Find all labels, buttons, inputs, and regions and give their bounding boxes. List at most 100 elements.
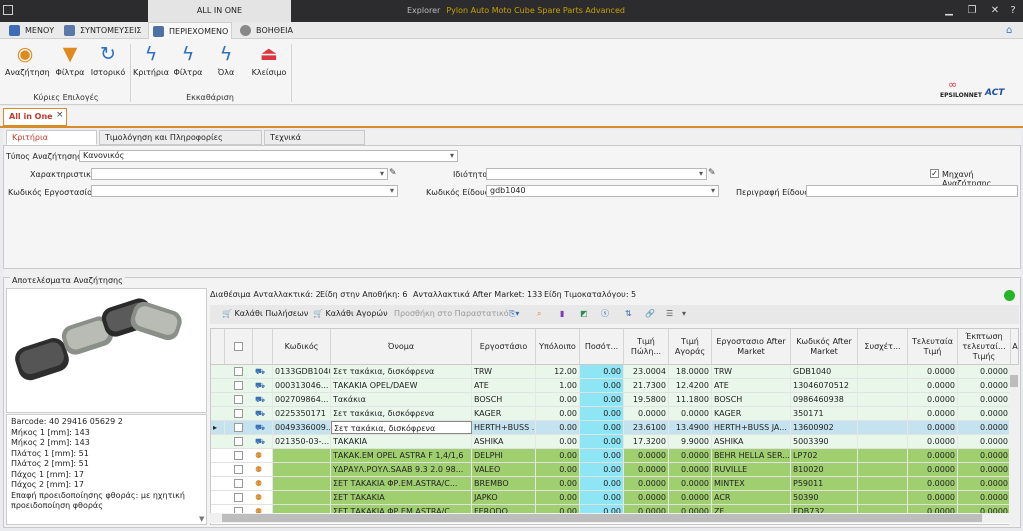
- cell-last-price: 0.0000: [908, 393, 958, 406]
- table-row[interactable]: ⛟ 0225350171 Σετ τακάκια, δισκόφρενα KAGER 0…: [211, 407, 1018, 421]
- scroll-down-icon[interactable]: ▼: [199, 515, 204, 523]
- search-icon[interactable]: ⌕: [537, 307, 541, 321]
- col-header-am-factory[interactable]: Εργοστασιο After Market: [712, 329, 791, 365]
- close-tab-icon[interactable]: ×: [56, 110, 64, 120]
- table-row[interactable]: ⛟ 0133GDB1040 Σετ τακάκια, δισκόφρενα TRW 12…: [211, 365, 1018, 379]
- cell-am-code: 5003390: [791, 435, 858, 448]
- tab-help[interactable]: ΒΟΗΘΕΙΑ: [236, 22, 294, 39]
- col-header-balance[interactable]: Υπόλοιπο: [536, 329, 580, 365]
- restore-icon[interactable]: ❐: [965, 4, 979, 18]
- cell-last-discount: 0.0000: [958, 379, 1011, 392]
- property-select[interactable]: [486, 168, 707, 180]
- row-checkbox[interactable]: [234, 423, 243, 432]
- chart-icon[interactable]: ◩: [580, 307, 588, 321]
- export-icon[interactable]: ⎘▾: [509, 307, 519, 321]
- tab-content[interactable]: ΠΕΡΙΕΧΟΜΕΝΟ: [148, 22, 232, 39]
- cell-factory: VALEO: [472, 463, 536, 476]
- row-checkbox[interactable]: [234, 367, 243, 376]
- layout-icon[interactable]: ☰: [666, 307, 673, 321]
- table-row[interactable]: ⚉ ΤΑΚΑΚ.ΕΜ OPEL ASTRA F 1,4/1,6 DELPHI 0.00…: [211, 449, 1018, 463]
- tab-technical-specs[interactable]: Τεχνικά Χαρακτηριστικά: [264, 130, 365, 156]
- cell-balance: 0.00: [536, 449, 580, 462]
- search-button[interactable]: ◉ Αναζήτηση: [5, 43, 50, 77]
- table-row[interactable]: ▸ ⛟ 0049336009... Σετ τακάκια, δισκόφρενα HE…: [211, 421, 1018, 435]
- tab-menu[interactable]: ΜΕΝΟΥ: [5, 22, 57, 39]
- row-checkbox[interactable]: [234, 493, 243, 502]
- row-checkbox[interactable]: [234, 381, 243, 390]
- money-icon[interactable]: ⓢ: [601, 307, 609, 321]
- row-checkbox[interactable]: [234, 395, 243, 404]
- overflow-icon[interactable]: ▾: [682, 307, 686, 321]
- row-checkbox[interactable]: [234, 465, 243, 474]
- close-button[interactable]: ⏏ Κλείσιμο: [249, 43, 289, 77]
- table-row[interactable]: ⛟ 021350-03-... ΤΑΚΑΚΙΑ ASHIKA 0.00 0.00 17.32…: [211, 435, 1018, 449]
- select-all-checkbox[interactable]: [234, 342, 243, 351]
- filters-button[interactable]: ▼ Φίλτρα: [50, 43, 90, 77]
- property-label: Ιδιότητα: [453, 170, 488, 179]
- pencil-icon[interactable]: ✎: [708, 168, 716, 178]
- tab-pricing-info[interactable]: Τιμολόγηση και Πληροφορίες Υπολοίπου: [99, 130, 262, 156]
- lightning-icon: ϟ: [219, 43, 233, 65]
- cell-name: ΤΑΚΑΚΙΑ: [331, 435, 472, 448]
- scroll-thumb[interactable]: [1010, 375, 1018, 387]
- purchase-cart-button[interactable]: 🛒 Καλάθι Αγορών: [313, 307, 388, 321]
- cell-am-code: 810020: [791, 463, 858, 476]
- cell-code: [273, 463, 331, 476]
- clear-filters-button[interactable]: ϟ Φίλτρα: [168, 43, 208, 77]
- clear-criteria-button[interactable]: ϟ Κριτήρια: [131, 43, 171, 77]
- col-header-buy-price[interactable]: Τιμή Αγοράς: [669, 329, 712, 365]
- row-checkbox[interactable]: [234, 437, 243, 446]
- col-header-name[interactable]: Όνομα: [331, 329, 472, 365]
- col-header-factory[interactable]: Εργοστάσιο: [472, 329, 536, 365]
- col-header-qty[interactable]: Ποσότ...: [580, 329, 624, 365]
- cell-last-price: 0.0000: [908, 435, 958, 448]
- row-checkbox[interactable]: [234, 409, 243, 418]
- help-icon[interactable]: ?: [1006, 4, 1020, 18]
- cell-qty: 0.00: [580, 407, 624, 420]
- cell-am-factory: KAGER: [712, 407, 791, 420]
- col-header-sale-price[interactable]: Τιμή Πώλη...: [624, 329, 669, 365]
- link-icon[interactable]: 🔗: [645, 307, 655, 321]
- cell-name: Σετ τακάκια, δισκόφρενα: [331, 365, 472, 378]
- doc-tab-label: All in One: [9, 112, 53, 121]
- home-icon[interactable]: ⌂: [1006, 25, 1018, 37]
- col-header-last-discount[interactable]: Έκπτωση τελευταί... Τιμής: [958, 329, 1011, 365]
- cell-relation: [858, 435, 908, 448]
- col-header-more[interactable]: Α: [1011, 329, 1018, 365]
- horizontal-scrollbar[interactable]: [210, 513, 1009, 523]
- col-header-am-code[interactable]: Κωδικός After Market: [791, 329, 858, 365]
- table-row[interactable]: ⚉ ΥΔΡΑΥΛ.ΡΟΥΛ.SAAB 9.3 2.0 98... VALEO 0.00…: [211, 463, 1018, 477]
- col-header-code[interactable]: Κωδικός: [273, 329, 331, 365]
- tab-search-criteria[interactable]: Κριτήρια Αναζήτησης: [6, 130, 97, 156]
- table-row[interactable]: ⛟ 002709864... Τακάκια BOSCH 0.00 0.00 19.5800…: [211, 393, 1018, 407]
- table-row[interactable]: ⚉ ΣΕΤ ΤΑΚΑΚΙΑ JAPKO 0.00 0.00 0.0000 0.0000 ACR…: [211, 491, 1018, 505]
- description-input[interactable]: [806, 185, 1018, 197]
- grid-header-select[interactable]: [225, 329, 253, 365]
- table-row[interactable]: ⚉ ΣΕΤ ΤΑΚΑΚΙΑ ΦΡ.ΕΜ.ASTRA/C... BREMBO 0.00 0…: [211, 477, 1018, 491]
- sales-cart-button[interactable]: 🛒 Καλάθι Πωλήσεων: [222, 307, 308, 321]
- engine-search-checkbox[interactable]: ✓: [930, 169, 939, 178]
- search-type-select[interactable]: Κανονικός: [79, 150, 458, 162]
- factory-code-input[interactable]: [91, 185, 398, 197]
- row-checkbox[interactable]: [234, 451, 243, 460]
- table-row[interactable]: ⛟ 000313046... ΤΑΚΑΚΙΑ OPEL/DAEW ATE 1.00 0.0…: [211, 379, 1018, 393]
- app-menu-icon[interactable]: [3, 5, 13, 15]
- col-header-last-price[interactable]: Τελευταία Τιμή: [908, 329, 958, 365]
- close-window-icon[interactable]: ✕: [988, 4, 1002, 18]
- scroll-thumb[interactable]: [222, 514, 982, 522]
- sort-icon[interactable]: ⇅: [625, 307, 632, 321]
- minimize-icon[interactable]: ▁: [942, 4, 956, 18]
- cell-factory: BREMBO: [472, 477, 536, 490]
- history-button[interactable]: ↻ Ιστορικό: [88, 43, 128, 77]
- row-checkbox[interactable]: [234, 479, 243, 488]
- item-code-input[interactable]: gdb1040: [486, 185, 719, 197]
- add-to-document-button[interactable]: Προσθήκη στο Παραστατικό: [394, 307, 509, 321]
- col-header-relation[interactable]: Συσχέτ...: [858, 329, 908, 365]
- cell-last-price: 0.0000: [908, 365, 958, 378]
- tab-shortcuts[interactable]: ΣΥΝΤΟΜΕΥΣΕΙΣ: [60, 22, 146, 39]
- vertical-scrollbar[interactable]: [1009, 365, 1019, 525]
- book-icon[interactable]: ▮: [560, 307, 564, 321]
- clear-all-button[interactable]: ϟ Όλα: [206, 43, 246, 77]
- pencil-icon[interactable]: ✎: [389, 168, 397, 178]
- characteristic-select[interactable]: [91, 168, 388, 180]
